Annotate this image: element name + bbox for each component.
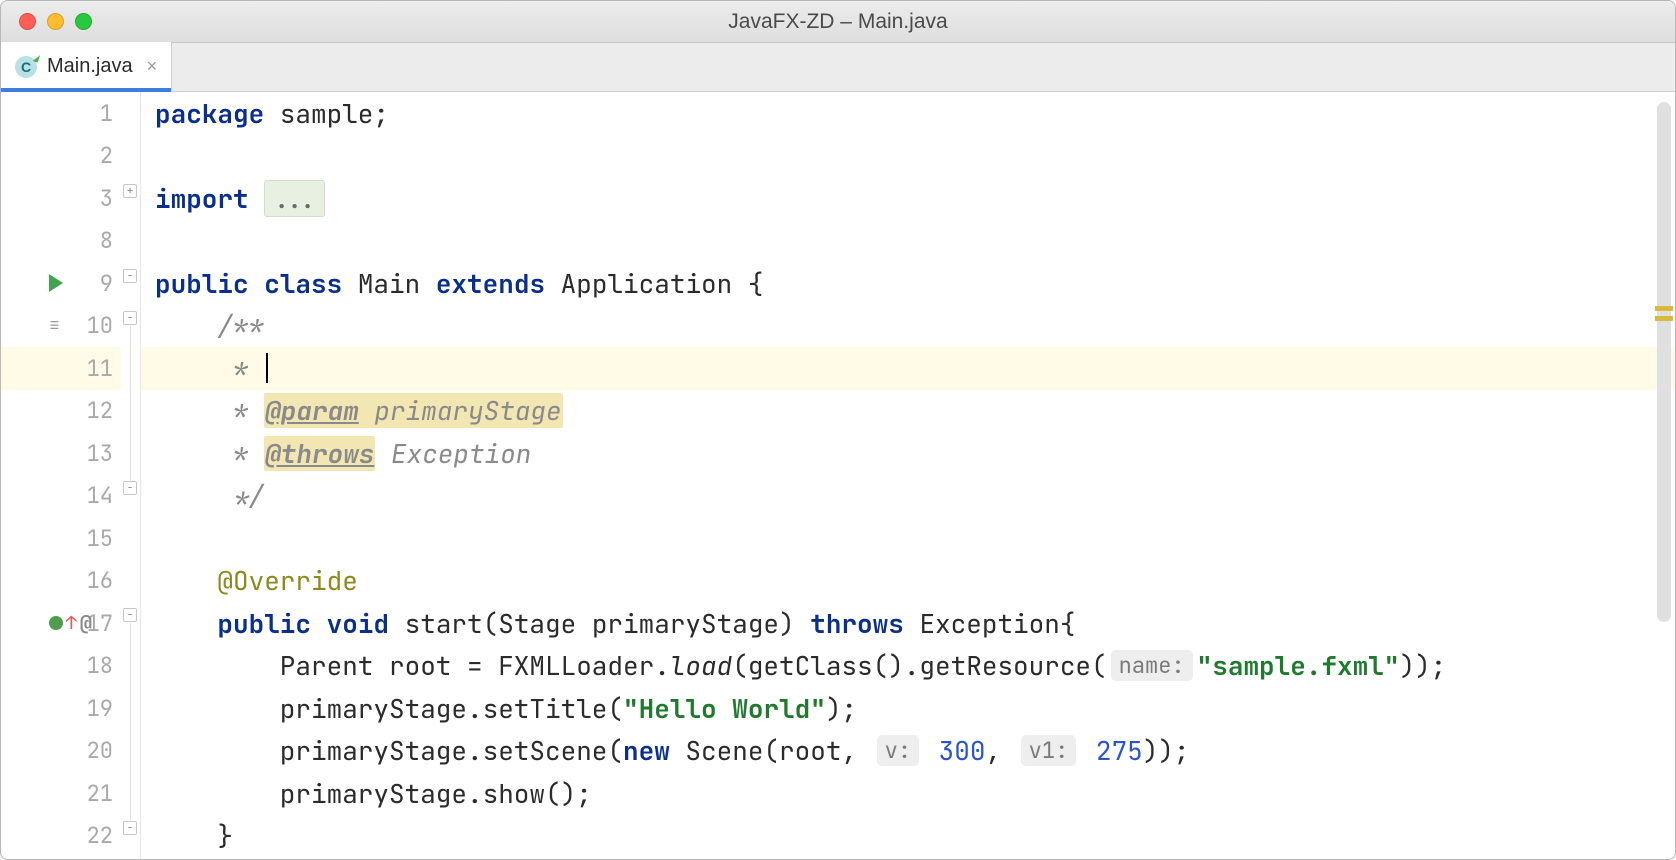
gutter-line[interactable]: 1 — [1, 92, 121, 135]
param-hint: v1: — [1021, 735, 1077, 766]
code-line[interactable]: import ... — [141, 177, 1675, 220]
warning-marker[interactable] — [1655, 306, 1673, 311]
fold-guide — [130, 326, 131, 481]
gutter-line[interactable]: 11 — [1, 347, 121, 390]
gutter-line[interactable]: 22 — [1, 815, 121, 858]
override-up-icon[interactable]: ↑ — [66, 612, 77, 635]
fold-collapse-icon[interactable] — [123, 481, 137, 495]
error-stripe[interactable] — [1655, 92, 1673, 859]
ide-window: JavaFX-ZD – Main.java C Main.java × 1 2 … — [0, 0, 1676, 860]
fold-collapse-icon[interactable] — [123, 269, 137, 283]
gutter-line[interactable]: 18 — [1, 645, 121, 688]
param-hint: v: — [877, 735, 919, 766]
param-hint: name: — [1111, 650, 1193, 681]
gutter-line[interactable]: 12 — [1, 390, 121, 433]
gutter-line[interactable]: 21 — [1, 772, 121, 815]
fold-collapse-icon[interactable] — [123, 311, 137, 325]
line-number-gutter[interactable]: 1 2 3 8 9 10≡ 11 12 13 14 15 16 17↑@ 18 … — [1, 92, 121, 859]
code-line[interactable]: /** — [141, 305, 1675, 348]
window-title: JavaFX-ZD – Main.java — [728, 10, 947, 34]
titlebar[interactable]: JavaFX-ZD – Main.java — [1, 1, 1675, 43]
code-line[interactable] — [141, 220, 1675, 263]
code-line[interactable]: public void start(Stage primaryStage) th… — [141, 602, 1675, 645]
minimize-window-button[interactable] — [47, 13, 64, 30]
gutter-line[interactable]: 3 — [1, 177, 121, 220]
annotation-gutter-icon[interactable]: @ — [80, 610, 92, 636]
run-gutter-icon[interactable] — [49, 274, 63, 292]
gutter-line[interactable]: 9 — [1, 262, 121, 305]
code-line[interactable]: primaryStage.show(); — [141, 772, 1675, 815]
code-line[interactable]: primaryStage.setScene(new Scene(root, v:… — [141, 730, 1675, 773]
fold-collapse-icon[interactable] — [123, 821, 137, 835]
code-line[interactable]: primaryStage.setTitle("Hello World"); — [141, 687, 1675, 730]
warning-marker[interactable] — [1655, 316, 1673, 321]
text-caret — [266, 353, 268, 383]
code-line[interactable]: * @throws Exception — [141, 432, 1675, 475]
tab-label: Main.java — [47, 55, 133, 78]
gutter-line[interactable]: 16 — [1, 560, 121, 603]
outline-gutter-icon[interactable]: ≡ — [49, 314, 60, 337]
code-line[interactable]: public class Main extends Application { — [141, 262, 1675, 305]
override-marker-icon[interactable] — [49, 616, 63, 630]
fold-guide — [130, 623, 131, 823]
gutter-line[interactable]: 14 — [1, 475, 121, 518]
gutter-line[interactable]: 17↑@ — [1, 602, 121, 645]
editor-tab-bar[interactable]: C Main.java × — [1, 43, 1675, 92]
gutter-line[interactable]: 15 — [1, 517, 121, 560]
gutter-line[interactable]: 19 — [1, 687, 121, 730]
close-tab-icon[interactable]: × — [147, 56, 158, 77]
code-editor[interactable]: package sample; import ... public class … — [141, 92, 1675, 859]
code-line[interactable]: Parent root = FXMLLoader.load(getClass()… — [141, 645, 1675, 688]
code-line[interactable]: package sample; — [141, 92, 1675, 135]
code-line[interactable] — [141, 517, 1675, 560]
close-window-button[interactable] — [19, 13, 36, 30]
code-line-current[interactable]: * — [141, 347, 1675, 390]
code-line[interactable] — [141, 135, 1675, 178]
gutter-line[interactable]: 20 — [1, 730, 121, 773]
gutter-line[interactable]: 2 — [1, 135, 121, 178]
fold-expand-icon[interactable] — [123, 184, 137, 198]
code-line[interactable]: } — [141, 815, 1675, 858]
gutter-line[interactable]: 10≡ — [1, 305, 121, 348]
code-line[interactable]: @Override — [141, 560, 1675, 603]
window-controls — [19, 13, 92, 30]
java-class-icon: C — [15, 56, 37, 78]
folded-region[interactable]: ... — [264, 180, 325, 217]
code-line[interactable]: * @param primaryStage — [141, 390, 1675, 433]
fold-collapse-icon[interactable] — [123, 608, 137, 622]
fold-column[interactable] — [121, 92, 141, 859]
code-line[interactable]: */ — [141, 475, 1675, 518]
editor-tab[interactable]: C Main.java × — [1, 42, 172, 91]
gutter-line[interactable]: 8 — [1, 220, 121, 263]
maximize-window-button[interactable] — [75, 13, 92, 30]
gutter-line[interactable]: 13 — [1, 432, 121, 475]
editor-area: 1 2 3 8 9 10≡ 11 12 13 14 15 16 17↑@ 18 … — [1, 92, 1675, 859]
